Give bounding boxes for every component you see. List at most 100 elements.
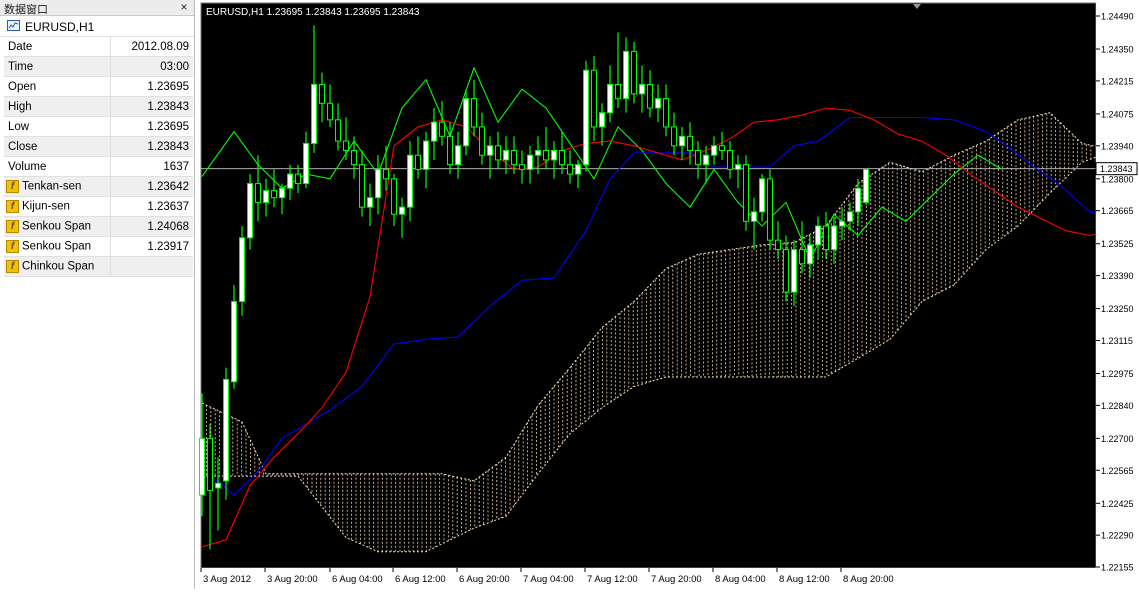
candle-body bbox=[839, 220, 845, 227]
data-row-label: High bbox=[4, 96, 111, 117]
candle-body bbox=[719, 145, 725, 152]
data-row-value: 1.23695 bbox=[110, 116, 193, 137]
row-label-text: Low bbox=[8, 120, 30, 133]
close-icon[interactable]: × bbox=[178, 0, 190, 14]
candle-body bbox=[319, 83, 325, 104]
candle-body bbox=[519, 164, 525, 170]
data-window: 数据窗口 × EURUSD,H1 Date 2012.08.09 Time 03:00… bbox=[0, 0, 195, 589]
candle-body bbox=[463, 98, 469, 147]
data-row: Volume 1637 bbox=[4, 156, 193, 177]
candle-body bbox=[367, 197, 373, 208]
candle-body bbox=[647, 83, 653, 109]
candle-body bbox=[391, 178, 397, 215]
candle-body bbox=[615, 83, 621, 100]
data-row-value: 1.23642 bbox=[110, 176, 193, 197]
row-label-text: Tenkan-sen bbox=[22, 180, 82, 193]
x-tick-label: 7 Aug 04:00 bbox=[523, 574, 574, 585]
y-tick-label: 1.23800 bbox=[1101, 174, 1134, 184]
y-tick-label: 1.22975 bbox=[1101, 369, 1134, 379]
indicator-icon: f bbox=[6, 200, 19, 213]
candle-body bbox=[399, 206, 405, 215]
x-tick-label: 8 Aug 04:00 bbox=[715, 574, 766, 585]
candle-body bbox=[447, 135, 453, 166]
candle-body bbox=[327, 102, 333, 121]
candle-body bbox=[431, 121, 437, 142]
row-label-text: Volume bbox=[8, 160, 47, 173]
candle-body bbox=[295, 173, 301, 185]
candle-body bbox=[343, 140, 349, 152]
data-row-value: 1.23843 bbox=[110, 96, 193, 117]
candle-body bbox=[807, 244, 813, 265]
candle-body bbox=[303, 142, 309, 185]
data-row: f Kijun-sen 1.23637 bbox=[4, 196, 193, 217]
candle-body bbox=[543, 150, 549, 161]
data-row-label: Time bbox=[4, 56, 111, 77]
candle-body bbox=[223, 378, 229, 482]
candle-body bbox=[823, 225, 829, 251]
candle-body bbox=[511, 150, 517, 166]
y-tick-label: 1.22840 bbox=[1101, 401, 1134, 411]
chart-canvas[interactable]: EURUSD,H1 1.23695 1.23843 1.23695 1.2384… bbox=[199, 0, 1139, 589]
data-row: f Chinkou Span bbox=[4, 256, 193, 277]
symbol-label: EURUSD,H1 bbox=[25, 20, 95, 34]
data-row-label: Open bbox=[4, 76, 111, 97]
candle-body bbox=[495, 145, 501, 161]
data-row-value: 1637 bbox=[110, 156, 193, 177]
row-label-text: Time bbox=[8, 60, 34, 73]
data-row-value bbox=[110, 256, 193, 277]
data-row: f Senkou Span 1.24068 bbox=[4, 216, 193, 237]
current-price-label: 1.23843 bbox=[1100, 164, 1133, 174]
candle-body bbox=[727, 150, 733, 170]
row-label-text: Senkou Span bbox=[22, 220, 92, 233]
candle-body bbox=[407, 154, 413, 208]
candle-body bbox=[503, 150, 509, 161]
y-tick-label: 1.24215 bbox=[1101, 76, 1134, 86]
candle-body bbox=[751, 211, 757, 222]
candle-body bbox=[775, 239, 781, 251]
y-tick-label: 1.24490 bbox=[1101, 12, 1134, 22]
candle-body bbox=[855, 187, 861, 213]
candle-body bbox=[815, 225, 821, 246]
candle-body bbox=[247, 183, 253, 239]
candle-body bbox=[279, 187, 285, 199]
candle-body bbox=[583, 69, 589, 166]
x-tick-label: 8 Aug 20:00 bbox=[843, 574, 894, 585]
indicator-icon: f bbox=[6, 260, 19, 273]
candle-body bbox=[231, 301, 237, 383]
candle-body bbox=[559, 150, 565, 166]
candle-body bbox=[199, 437, 205, 496]
data-row: f Tenkan-sen 1.23642 bbox=[4, 176, 193, 197]
row-label-text: Senkou Span bbox=[22, 240, 92, 253]
candle-body bbox=[359, 164, 365, 208]
candle-body bbox=[567, 164, 573, 175]
x-tick-label: 7 Aug 12:00 bbox=[587, 574, 638, 585]
data-row-label: f Tenkan-sen bbox=[4, 176, 111, 197]
x-tick-label: 3 Aug 20:00 bbox=[267, 574, 318, 585]
candle-body bbox=[239, 237, 245, 303]
data-row-label: Date bbox=[4, 37, 111, 57]
candle-body bbox=[783, 249, 789, 293]
candle-body bbox=[527, 154, 533, 170]
candle-body bbox=[759, 178, 765, 213]
data-window-titlebar: 数据窗口 × bbox=[0, 0, 194, 16]
candle-body bbox=[455, 145, 461, 166]
data-row-value: 1.23637 bbox=[110, 196, 193, 217]
x-tick-label: 6 Aug 04:00 bbox=[332, 574, 383, 585]
candle-body bbox=[575, 164, 581, 175]
indicator-icon: f bbox=[6, 240, 19, 253]
y-tick-label: 1.23525 bbox=[1101, 239, 1134, 249]
data-row-value: 1.24068 bbox=[110, 216, 193, 237]
price-chart[interactable]: EURUSD,H1 1.23695 1.23843 1.23695 1.2384… bbox=[199, 0, 1139, 589]
candle-body bbox=[383, 168, 389, 180]
data-row: Time 03:00 bbox=[4, 56, 193, 77]
row-label-text: Close bbox=[8, 140, 38, 153]
y-tick-label: 1.23665 bbox=[1101, 206, 1134, 216]
data-row-value: 03:00 bbox=[110, 56, 193, 77]
symbol-row: EURUSD,H1 bbox=[0, 16, 194, 37]
candle-body bbox=[287, 173, 293, 189]
y-tick-label: 1.22565 bbox=[1101, 466, 1134, 476]
y-tick-label: 1.23250 bbox=[1101, 304, 1134, 314]
candle-body bbox=[735, 164, 741, 170]
candle-body bbox=[767, 178, 773, 241]
y-tick-label: 1.23115 bbox=[1101, 336, 1133, 346]
